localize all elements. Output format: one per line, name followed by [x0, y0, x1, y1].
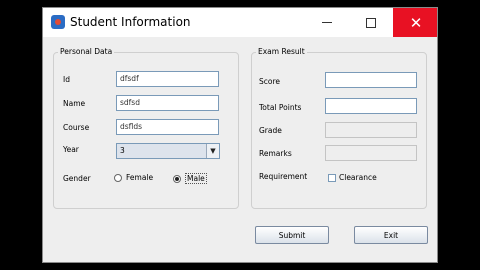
minimize-button[interactable]	[313, 8, 341, 37]
female-radio-label: Female	[126, 173, 154, 182]
requirement-label: Requirement	[259, 172, 308, 181]
male-radio-label: Male	[185, 173, 207, 184]
chevron-down-icon[interactable]: ▼	[206, 144, 219, 158]
student-info-window: Student Information ✕ Personal Data Id d…	[42, 7, 438, 263]
male-radio[interactable]: Male	[173, 173, 207, 184]
clearance-checkbox[interactable]: Clearance	[328, 173, 377, 182]
gender-label: Gender	[63, 174, 91, 183]
remarks-label: Remarks	[259, 149, 292, 158]
grade-label: Grade	[259, 126, 282, 135]
total-points-field[interactable]	[325, 98, 417, 114]
score-field[interactable]	[325, 72, 417, 88]
year-selected-value: 3	[120, 146, 125, 155]
window-title: Student Information	[70, 15, 191, 29]
title-bar[interactable]: Student Information ✕	[43, 8, 437, 37]
personal-data-title: Personal Data	[58, 47, 115, 56]
female-radio-dot[interactable]	[114, 173, 122, 182]
name-field[interactable]: sdfsd	[116, 95, 219, 111]
maximize-button[interactable]	[357, 8, 385, 37]
exam-result-title: Exam Result	[256, 47, 307, 56]
course-label: Course	[63, 123, 90, 132]
name-label: Name	[63, 99, 86, 108]
year-select[interactable]: 3 ▼	[116, 143, 220, 159]
grade-field	[325, 122, 417, 138]
id-field[interactable]: dfsdf	[116, 71, 219, 87]
minimize-icon	[322, 22, 332, 23]
exit-button[interactable]: Exit	[354, 226, 428, 244]
submit-button[interactable]: Submit	[255, 226, 329, 244]
id-label: Id	[63, 75, 70, 84]
female-radio[interactable]: Female	[114, 173, 153, 182]
remarks-field	[325, 145, 417, 161]
maximize-icon	[366, 17, 376, 28]
clearance-label: Clearance	[339, 173, 377, 182]
close-button[interactable]: ✕	[393, 8, 437, 37]
close-icon: ✕	[409, 13, 423, 32]
score-label: Score	[259, 77, 281, 86]
app-icon	[51, 15, 65, 29]
clearance-checkbox-box[interactable]	[328, 173, 336, 182]
total-points-label: Total Points	[259, 103, 302, 112]
course-field[interactable]: dsflds	[116, 119, 219, 135]
year-label: Year	[63, 145, 79, 154]
male-radio-dot[interactable]	[173, 174, 181, 183]
